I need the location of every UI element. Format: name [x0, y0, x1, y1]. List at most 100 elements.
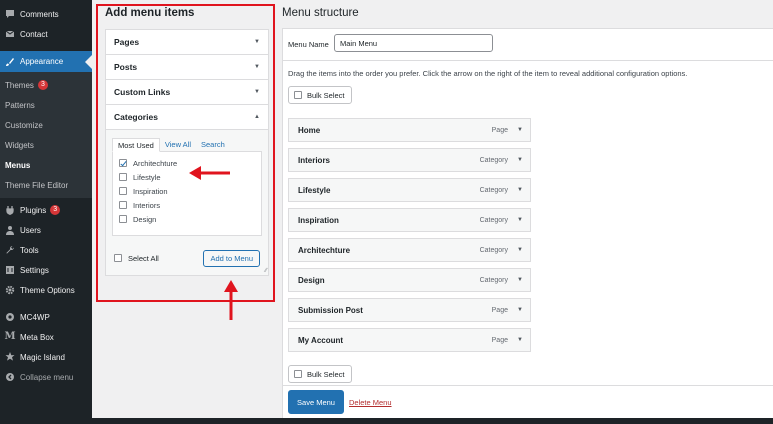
caret-down-icon[interactable]: ▼ [517, 307, 523, 313]
accordion-label: Posts [114, 62, 138, 72]
sidebar-item-label: Settings [20, 265, 49, 275]
submenu-label: Theme File Editor [5, 180, 69, 190]
menu-item-type: Category [479, 156, 508, 164]
accordion-custom-links[interactable]: Custom Links ▼ [106, 80, 268, 105]
update-count-badge: 3 [50, 205, 61, 215]
category-checkbox[interactable] [119, 159, 127, 167]
bulk-select-checkbox[interactable] [294, 370, 302, 378]
sidebar-item-label: MC4WP [20, 312, 50, 322]
category-checkbox[interactable] [119, 173, 127, 181]
category-option[interactable]: Interiors [119, 198, 255, 212]
caret-down-icon[interactable]: ▼ [517, 277, 523, 283]
menu-item-label: Inspiration [298, 215, 339, 225]
sidebar-item-label: Collapse menu [20, 372, 74, 382]
sidebar-item-plugins[interactable]: Plugins 3 [0, 200, 92, 220]
bulk-select-label: Bulk Select [307, 369, 345, 379]
sidebar-item-meta-box[interactable]: M Meta Box [0, 327, 92, 347]
bulk-select-top[interactable]: Bulk Select [288, 86, 352, 104]
menu-item-type: Category [479, 246, 508, 254]
menu-item-inspiration[interactable]: Inspiration Category ▼ [288, 208, 531, 232]
add-menu-items-title: Add menu items [105, 7, 195, 19]
sidebar-item-label: Comments [20, 9, 59, 19]
sidebar-item-settings[interactable]: Settings [0, 260, 92, 280]
category-checklist: Architechture Lifestyle Inspiration Inte… [112, 151, 262, 236]
sidebar-item-label: Plugins [20, 205, 47, 215]
menu-item-type: Page [491, 126, 508, 134]
sidebar-item-appearance[interactable]: Appearance [0, 51, 92, 72]
bulk-select-checkbox[interactable] [294, 91, 302, 99]
caret-down-icon[interactable]: ▼ [517, 337, 523, 343]
menu-item-lifestyle[interactable]: Lifestyle Category ▼ [288, 178, 531, 202]
submenu-item-menus[interactable]: Menus [0, 155, 92, 175]
category-checkbox[interactable] [119, 215, 127, 223]
sidebar-item-mc4wp[interactable]: MC4WP [0, 307, 92, 327]
sidebar-item-label: Appearance [20, 57, 64, 66]
caret-down-icon[interactable]: ▼ [517, 247, 523, 253]
menu-item-submission-post[interactable]: Submission Post Page ▼ [288, 298, 531, 322]
accordion-categories[interactable]: Categories ▲ [106, 105, 268, 130]
resize-handle-icon[interactable]: ∕∕ [265, 268, 267, 274]
menu-item-label: Home [298, 125, 321, 135]
add-to-menu-button[interactable]: Add to Menu [203, 249, 260, 267]
collapse-icon [5, 372, 15, 382]
menu-item-my-account[interactable]: My Account Page ▼ [288, 328, 531, 352]
menu-item-architechture[interactable]: Architechture Category ▼ [288, 238, 531, 262]
paintbrush-icon [5, 57, 15, 67]
bottom-bar [0, 418, 773, 424]
caret-down-icon[interactable]: ▼ [517, 217, 523, 223]
menu-name-label: Menu Name [288, 40, 329, 49]
sidebar-item-label: Users [20, 225, 41, 235]
submenu-item-theme-file-editor[interactable]: Theme File Editor [0, 175, 92, 195]
sidebar-item-tools[interactable]: Tools [0, 240, 92, 260]
caret-down-icon: ▼ [254, 64, 260, 70]
categories-footer: Select All Add to Menu [114, 248, 260, 268]
select-all-checkbox[interactable] [114, 254, 122, 262]
select-all-label: Select All [128, 253, 159, 263]
save-menu-button[interactable]: Save Menu [288, 390, 344, 414]
menu-name-input[interactable] [334, 34, 493, 52]
sidebar-item-label: Magic Island [20, 352, 65, 362]
category-label: Architechture [133, 158, 178, 168]
sidebar-item-theme-options[interactable]: Theme Options [0, 280, 92, 300]
menu-item-interiors[interactable]: Interiors Category ▼ [288, 148, 531, 172]
caret-down-icon[interactable]: ▼ [517, 187, 523, 193]
accordion-posts[interactable]: Posts ▼ [106, 55, 268, 80]
sidebar-item-magic-island[interactable]: Magic Island [0, 347, 92, 367]
collapse-menu-button[interactable]: Collapse menu [0, 367, 92, 387]
submenu-item-patterns[interactable]: Patterns [0, 95, 92, 115]
bulk-select-bottom[interactable]: Bulk Select [288, 365, 352, 383]
tab-view-all[interactable]: View All [160, 138, 196, 152]
tab-most-used[interactable]: Most Used [112, 138, 160, 152]
category-checkbox[interactable] [119, 201, 127, 209]
sidebar-item-comments[interactable]: Comments [0, 4, 92, 24]
caret-down-icon[interactable]: ▼ [517, 127, 523, 133]
sidebar-item-label: Theme Options [20, 285, 75, 295]
category-option[interactable]: Lifestyle [119, 170, 255, 184]
accordion-pages[interactable]: Pages ▼ [106, 30, 268, 55]
category-option[interactable]: Inspiration [119, 184, 255, 198]
category-option[interactable]: Architechture [119, 156, 255, 170]
menu-item-home[interactable]: Home Page ▼ [288, 118, 531, 142]
category-checkbox[interactable] [119, 187, 127, 195]
submenu-item-themes[interactable]: Themes 3 [0, 75, 92, 95]
submenu-label: Customize [5, 120, 43, 130]
header-divider [282, 60, 773, 61]
add-menu-items-accordion: Pages ▼ Posts ▼ Custom Links ▼ Categorie… [105, 29, 269, 276]
menu-item-design[interactable]: Design Category ▼ [288, 268, 531, 292]
submenu-item-customize[interactable]: Customize [0, 115, 92, 135]
menu-item-type: Category [479, 276, 508, 284]
admin-sidebar: Comments Contact Appearance Themes 3 Pat… [0, 0, 92, 424]
submenu-item-widgets[interactable]: Widgets [0, 135, 92, 155]
sidebar-item-contact[interactable]: Contact [0, 24, 92, 44]
categories-panel: Most Used View All Search Architechture … [106, 130, 268, 275]
submenu-label: Patterns [5, 100, 35, 110]
category-option[interactable]: Design [119, 212, 255, 226]
caret-down-icon: ▼ [254, 89, 260, 95]
sidebar-item-users[interactable]: Users [0, 220, 92, 240]
select-all-option[interactable]: Select All [114, 254, 159, 263]
menu-item-label: Lifestyle [298, 185, 331, 195]
delete-menu-link[interactable]: Delete Menu [349, 398, 392, 407]
caret-down-icon[interactable]: ▼ [517, 157, 523, 163]
up-arrow-icon [224, 280, 238, 320]
tab-search[interactable]: Search [196, 138, 230, 152]
